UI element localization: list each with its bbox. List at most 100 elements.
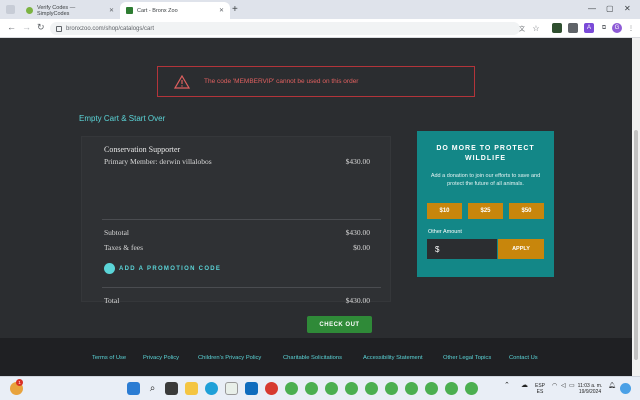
other-amount-label: Other Amount <box>428 229 462 235</box>
onedrive-icon[interactable]: ☁ <box>521 382 528 389</box>
checkout-button[interactable]: CHECK OUT <box>307 316 372 333</box>
chrome-icon[interactable] <box>465 382 478 395</box>
donate-50-button[interactable]: $50 <box>509 203 544 219</box>
maximize-icon[interactable]: ▢ <box>606 4 614 13</box>
store-icon[interactable] <box>225 382 238 395</box>
translate-icon[interactable]: 文 <box>517 23 527 33</box>
extension-icon[interactable] <box>552 23 562 33</box>
extension-icon[interactable] <box>568 23 578 33</box>
warning-icon <box>174 74 190 89</box>
add-promo-code-button[interactable]: ADD A PROMOTION CODE <box>104 263 221 274</box>
browser-toolbar: ← → ↻ bronxzoo.com/shop/catalogs/cart 文 … <box>0 19 640 38</box>
page-content: The code 'MEMBERVIP' cannot be used on t… <box>0 38 632 376</box>
volume-icon[interactable]: ◁ <box>561 383 566 389</box>
footer-link-privacy[interactable]: Privacy Policy <box>143 355 179 361</box>
donation-title: DO MORE TO PROTECT WILDLIFE <box>436 145 535 162</box>
profile-avatar[interactable]: G <box>612 23 622 33</box>
minimize-icon[interactable]: — <box>588 4 596 13</box>
currency-symbol: $ <box>435 244 440 254</box>
close-tab-icon[interactable]: ✕ <box>109 7 114 14</box>
edge-icon[interactable] <box>205 382 218 395</box>
windows-taskbar: 1 ⌕ ⌃ ☁ ESP ES ◠ ◁ ▭ 11:03 a. m. 19/9/20… <box>0 376 640 400</box>
total-label: Total <box>104 296 120 305</box>
cart-summary: Conservation Supporter Primary Member: d… <box>81 136 391 333</box>
bronx-zoo-favicon-icon <box>126 7 133 14</box>
browser-tab-bar: Verify Codes — SimplyCodes ✕ Cart - Bron… <box>0 0 640 19</box>
donation-description: Add a donation to join our efforts to sa… <box>430 173 541 187</box>
chrome-icon[interactable] <box>385 382 398 395</box>
chrome-icon[interactable] <box>285 382 298 395</box>
tab-title: Cart - Bronx Zoo <box>137 7 178 14</box>
item-title: Conservation Supporter <box>104 145 181 154</box>
close-tab-icon[interactable]: ✕ <box>219 7 224 14</box>
item-member: Primary Member: derwin villalobos <box>104 157 212 166</box>
footer-link-legal[interactable]: Other Legal Topics <box>443 355 491 361</box>
divider <box>102 287 381 288</box>
total-value: $430.00 <box>345 296 370 305</box>
forward-icon[interactable]: → <box>22 22 31 32</box>
error-message: The code 'MEMBERVIP' cannot be used on t… <box>204 78 359 85</box>
region-code: ES <box>536 389 544 395</box>
footer-link-contact[interactable]: Contact Us <box>509 355 538 361</box>
site-info-icon[interactable] <box>56 25 62 32</box>
scrollbar-thumb[interactable] <box>634 130 638 360</box>
extensions-puzzle-icon[interactable]: ⧉ <box>599 23 609 33</box>
site-footer: Terms of Use Privacy Policy Children's P… <box>0 338 632 376</box>
battery-icon[interactable]: ▭ <box>569 383 575 389</box>
tab-search-icon[interactable] <box>6 5 15 14</box>
divider <box>102 219 381 220</box>
promo-label: ADD A PROMOTION CODE <box>119 265 222 272</box>
notification-badge: 1 <box>16 379 23 386</box>
donate-10-button[interactable]: $10 <box>427 203 462 219</box>
footer-link-charitable[interactable]: Charitable Solicitations <box>283 355 342 361</box>
apply-button[interactable]: APPLY <box>498 239 544 259</box>
extension-icon[interactable]: A <box>584 23 594 33</box>
clock[interactable]: 11:03 a. m. 19/9/2024 <box>576 383 604 395</box>
page-scrollbar[interactable] <box>632 38 640 376</box>
back-icon[interactable]: ← <box>7 22 16 32</box>
chrome-icon[interactable] <box>345 382 358 395</box>
start-menu-icon[interactable] <box>127 382 140 395</box>
menu-icon[interactable]: ⋮ <box>626 23 636 33</box>
error-alert: The code 'MEMBERVIP' cannot be used on t… <box>157 66 475 97</box>
file-explorer-icon[interactable] <box>185 382 198 395</box>
taxes-value: $0.00 <box>353 243 370 252</box>
notifications-bell-icon[interactable]: 🔔︎ <box>608 383 616 389</box>
new-tab-button[interactable]: + <box>232 4 238 15</box>
chrome-icon[interactable] <box>445 382 458 395</box>
clock-date: 19/9/2024 <box>578 389 602 395</box>
tab-cart[interactable]: Cart - Bronx Zoo ✕ <box>120 2 230 19</box>
chrome-icon[interactable] <box>365 382 378 395</box>
chevron-up-icon[interactable]: ⌃ <box>504 382 510 389</box>
footer-link-accessibility[interactable]: Accessibility Statement <box>363 355 423 361</box>
footer-link-childrens-privacy[interactable]: Children's Privacy Policy <box>198 355 261 361</box>
tab-title: Verify Codes — SimplyCodes <box>37 4 76 17</box>
plus-circle-icon <box>104 263 115 274</box>
other-amount-input[interactable]: $ <box>427 239 497 259</box>
reload-icon[interactable]: ↻ <box>37 22 45 33</box>
app-icon[interactable] <box>265 382 278 395</box>
simplycodes-favicon-icon <box>26 7 33 14</box>
copilot-icon[interactable] <box>620 383 631 394</box>
donation-panel: DO MORE TO PROTECT WILDLIFE Add a donati… <box>417 131 554 277</box>
bookmark-star-icon[interactable]: ☆ <box>531 23 541 33</box>
footer-link-terms[interactable]: Terms of Use <box>92 355 126 361</box>
tab-verify-codes[interactable]: Verify Codes — SimplyCodes ✕ <box>20 2 120 19</box>
taxes-label: Taxes & fees <box>104 243 144 252</box>
language-indicator[interactable]: ESP ES <box>535 383 545 395</box>
chrome-icon[interactable] <box>425 382 438 395</box>
subtotal-value: $430.00 <box>345 228 370 237</box>
donate-25-button[interactable]: $25 <box>468 203 503 219</box>
search-icon[interactable]: ⌕ <box>146 382 159 395</box>
outlook-icon[interactable] <box>245 382 258 395</box>
close-window-icon[interactable]: ✕ <box>624 4 631 13</box>
item-price: $430.00 <box>345 157 370 166</box>
empty-cart-link[interactable]: Empty Cart & Start Over <box>79 114 165 123</box>
chrome-icon[interactable] <box>325 382 338 395</box>
url-text: bronxzoo.com/shop/catalogs/cart <box>66 25 155 32</box>
address-bar[interactable]: bronxzoo.com/shop/catalogs/cart <box>50 22 520 35</box>
wifi-icon[interactable]: ◠ <box>552 383 557 389</box>
chrome-icon[interactable] <box>405 382 418 395</box>
task-view-icon[interactable] <box>165 382 178 395</box>
chrome-icon[interactable] <box>305 382 318 395</box>
